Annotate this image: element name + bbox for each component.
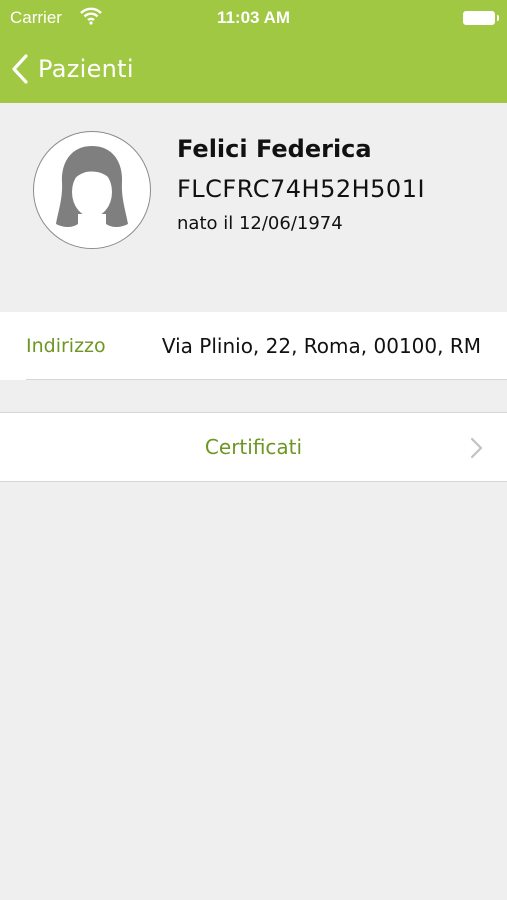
patient-tax-code: FLCFRC74H52H501I bbox=[177, 175, 426, 203]
patient-header: Felici Federica FLCFRC74H52H501I nato il… bbox=[0, 103, 507, 311]
chevron-left-icon bbox=[10, 53, 30, 85]
clock: 11:03 AM bbox=[216, 8, 291, 27]
female-avatar-icon bbox=[33, 131, 151, 249]
chevron-right-icon bbox=[469, 437, 483, 463]
status-bar: Carrier 11:03 AM bbox=[0, 0, 507, 36]
address-label: Indirizzo bbox=[26, 335, 106, 357]
divider bbox=[26, 379, 507, 380]
certificates-label: Certificati bbox=[204, 435, 303, 459]
address-value: Via Plinio, 22, Roma, 00100, RM bbox=[161, 334, 481, 358]
patient-birth-date: nato il 12/06/1974 bbox=[177, 213, 343, 234]
address-row: Indirizzo Via Plinio, 22, Roma, 00100, R… bbox=[0, 312, 507, 380]
patient-name: Felici Federica bbox=[177, 135, 372, 163]
battery-icon bbox=[463, 11, 499, 25]
certificates-row[interactable]: Certificati bbox=[0, 412, 507, 482]
navigation-bar: Pazienti bbox=[0, 36, 507, 103]
back-button[interactable]: Pazienti bbox=[10, 48, 134, 90]
back-button-label: Pazienti bbox=[38, 55, 134, 83]
